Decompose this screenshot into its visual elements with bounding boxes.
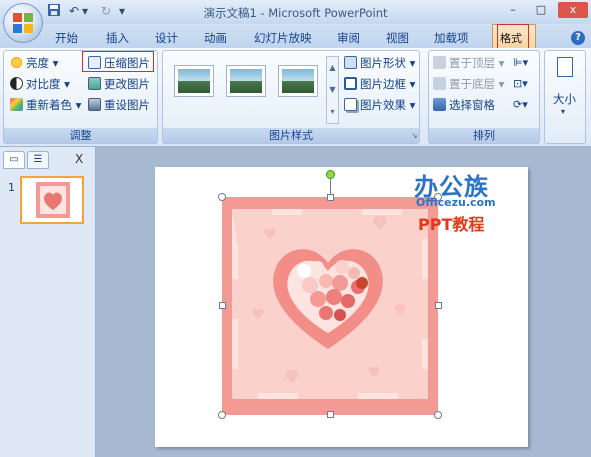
resize-handle-left[interactable] — [219, 302, 226, 309]
picture-effects-icon — [344, 98, 357, 111]
picture-border-label: 图片边框 ▾ — [360, 77, 416, 91]
slide-thumbnail[interactable] — [20, 176, 84, 224]
contrast-icon — [10, 77, 23, 90]
reset-picture-button[interactable]: 重设图片 — [88, 96, 150, 114]
office-button[interactable] — [3, 3, 43, 43]
change-picture-button[interactable]: 更改图片 — [88, 75, 150, 93]
resize-handle-bottom-left[interactable] — [218, 411, 226, 419]
picture-shape-label: 图片形状 ▾ — [360, 56, 416, 70]
resize-handle-top-left[interactable] — [218, 193, 226, 201]
maximize-button[interactable]: □ — [530, 2, 552, 18]
redo-icon[interactable]: ↻ — [98, 3, 114, 19]
brightness-label: 亮度 ▾ — [26, 56, 59, 70]
tab-format-highlight — [497, 24, 529, 49]
adjust-group-label: 调整 — [4, 128, 157, 143]
reset-picture-label: 重设图片 — [104, 98, 150, 112]
send-to-back-label: 置于底层 ▾ — [449, 77, 505, 91]
undo-dropdown-icon[interactable]: ▾ — [80, 3, 90, 19]
tab-slide-show[interactable]: 幻灯片放映 — [254, 30, 312, 46]
size-label: 大小 — [553, 92, 576, 106]
save-icon[interactable] — [46, 3, 62, 19]
tab-review[interactable]: 审阅 — [337, 30, 360, 46]
recolor-icon — [10, 98, 23, 111]
picture-shape-icon — [344, 56, 357, 69]
watermark-url: Officezu.com — [416, 196, 496, 209]
align-icon[interactable]: ⊫▾ — [513, 56, 535, 70]
arrange-group-label: 排列 — [429, 128, 539, 143]
tab-insert[interactable]: 插入 — [106, 30, 129, 46]
size-group[interactable]: 大小 ▾ — [544, 50, 586, 144]
tab-home[interactable]: 开始 — [55, 30, 78, 46]
reset-picture-icon — [88, 98, 101, 111]
tab-animations[interactable]: 动画 — [204, 30, 227, 46]
send-to-back-button[interactable]: 置于底层 ▾ — [433, 75, 504, 93]
resize-handle-right[interactable] — [435, 302, 442, 309]
selection-pane-label: 选择窗格 — [449, 98, 495, 112]
change-picture-label: 更改图片 — [104, 77, 150, 91]
change-picture-icon — [88, 77, 101, 90]
send-to-back-icon — [433, 77, 446, 90]
size-icon — [557, 57, 573, 77]
picture-style-thumbnail[interactable] — [174, 65, 214, 97]
rotate-icon[interactable]: ⟳▾ — [513, 98, 535, 112]
styles-gallery-scroll[interactable]: ▲ ▼ ▾ — [326, 56, 339, 124]
bring-to-front-button[interactable]: 置于顶层 ▾ — [433, 54, 504, 72]
gallery-down-icon[interactable]: ▼ — [327, 79, 338, 101]
watermark-subtitle: PPT教程 — [418, 215, 485, 234]
picture-effects-button[interactable]: 图片效果 ▾ — [344, 96, 415, 114]
picture-effects-label: 图片效果 ▾ — [360, 98, 416, 112]
brightness-button[interactable]: 亮度 ▾ — [10, 54, 58, 72]
picture-style-thumbnail[interactable] — [226, 65, 266, 97]
selection-pane-icon — [433, 98, 446, 111]
recolor-button[interactable]: 重新着色 ▾ — [10, 96, 81, 114]
slide-thumbnail-preview — [36, 182, 70, 218]
slide-number: 1 — [8, 181, 15, 194]
outline-tab[interactable]: ☰ — [27, 151, 49, 169]
picture-shape-button[interactable]: 图片形状 ▾ — [344, 54, 415, 72]
contrast-button[interactable]: 对比度 ▾ — [10, 75, 70, 93]
gallery-more-icon[interactable]: ▾ — [327, 101, 338, 123]
group-icon[interactable]: ⊡▾ — [513, 77, 535, 91]
recolor-label: 重新着色 ▾ — [26, 98, 82, 112]
resize-handle-bottom-right[interactable] — [434, 411, 442, 419]
picture-styles-group-label: 图片样式 — [163, 128, 419, 143]
tab-view[interactable]: 视图 — [386, 30, 409, 46]
bring-to-front-label: 置于顶层 ▾ — [449, 56, 505, 70]
help-icon[interactable]: ? — [571, 31, 585, 45]
rotation-handle[interactable] — [326, 170, 335, 179]
gallery-up-icon[interactable]: ▲ — [327, 57, 338, 79]
bring-to-front-icon — [433, 56, 446, 69]
tab-add-ins[interactable]: 加载项 — [434, 30, 469, 46]
quick-access-customize-icon[interactable]: ▾ — [116, 3, 128, 19]
size-dropdown-icon: ▾ — [561, 107, 566, 116]
tab-design[interactable]: 设计 — [155, 30, 178, 46]
dialog-launcher-icon[interactable]: ↘ — [411, 131, 418, 140]
slides-tab[interactable]: ▭ — [3, 151, 25, 169]
resize-handle-top[interactable] — [327, 194, 334, 201]
picture-border-button[interactable]: 图片边框 ▾ — [344, 75, 415, 93]
contrast-label: 对比度 ▾ — [26, 77, 70, 91]
selection-pane-button[interactable]: 选择窗格 — [433, 96, 495, 114]
close-button[interactable]: x — [558, 2, 588, 18]
picture-style-thumbnail[interactable] — [278, 65, 318, 97]
minimize-button[interactable]: – — [502, 2, 524, 18]
compress-pictures-highlight — [82, 51, 154, 72]
resize-handle-bottom[interactable] — [327, 411, 334, 418]
close-pane-icon[interactable]: X — [75, 152, 83, 166]
picture-border-icon — [344, 77, 357, 90]
heart-picture[interactable] — [222, 197, 438, 415]
office-logo-icon — [13, 13, 33, 33]
brightness-icon — [10, 56, 23, 69]
